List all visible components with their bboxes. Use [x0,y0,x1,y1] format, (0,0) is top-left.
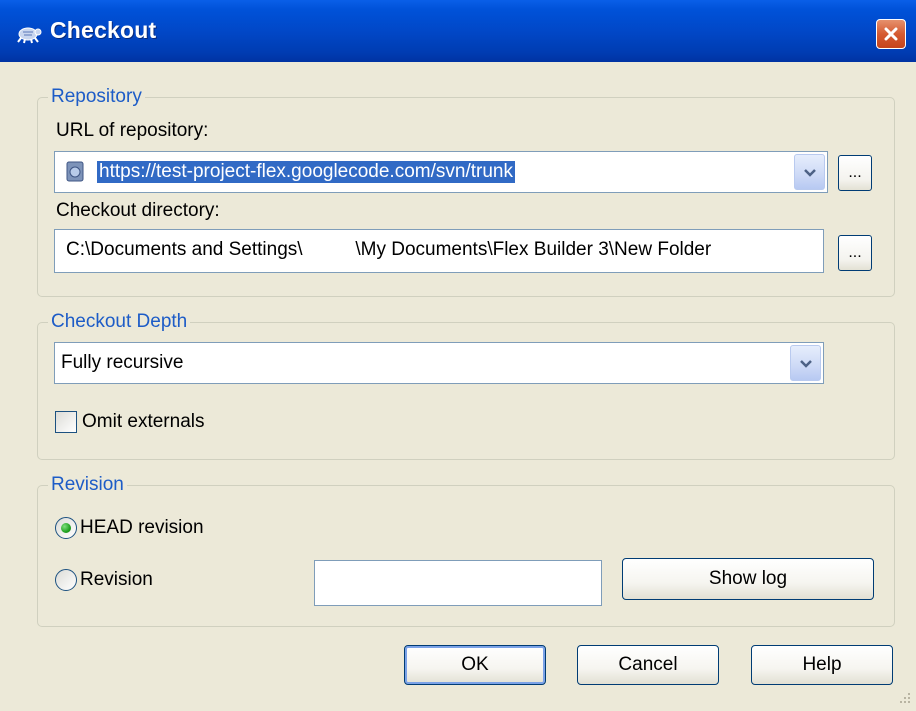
window-title: Checkout [50,17,157,43]
checkout-dialog: Checkout Repository URL of repository: h… [0,0,916,711]
url-dropdown-button[interactable] [794,154,825,190]
omit-externals-label[interactable]: Omit externals [82,411,204,433]
chevron-down-icon [800,360,812,368]
title-bar[interactable]: Checkout [0,0,916,62]
url-combobox[interactable]: https://test-project-flex.googlecode.com… [54,151,828,193]
show-log-button[interactable]: Show log [622,558,874,600]
radio-selected-dot [61,523,71,533]
close-button[interactable] [876,19,906,49]
ok-button[interactable]: OK [404,645,546,685]
checkout-directory-value: C:\Documents and Settings\ \My Documents… [66,239,712,260]
url-input[interactable]: https://test-project-flex.googlecode.com… [97,161,515,183]
tortoise-icon [14,22,42,44]
depth-selected-value: Fully recursive [61,352,184,373]
head-revision-radio[interactable] [55,517,77,539]
cancel-button[interactable]: Cancel [577,645,719,685]
close-icon [884,27,898,41]
revision-radio[interactable] [55,569,77,591]
repository-icon [65,161,87,183]
dir-label: Checkout directory: [56,200,220,221]
depth-combobox[interactable]: Fully recursive [54,342,824,384]
checkout-depth-legend: Checkout Depth [48,311,191,333]
chevron-down-icon [804,169,816,177]
checkout-directory-field[interactable]: C:\Documents and Settings\ \My Documents… [54,229,824,273]
omit-externals-checkbox[interactable] [55,411,77,433]
revision-legend: Revision [48,474,127,496]
help-button[interactable]: Help [751,645,893,685]
dir-browse-button[interactable]: ... [838,235,872,271]
url-browse-button[interactable]: ... [838,155,872,191]
repository-legend: Repository [48,86,145,108]
depth-dropdown-button[interactable] [790,345,821,381]
resize-grip-icon[interactable] [896,691,912,707]
url-label: URL of repository: [56,120,209,141]
revision-label[interactable]: Revision [80,569,153,591]
head-revision-label[interactable]: HEAD revision [80,517,204,539]
revision-number-field[interactable] [314,560,602,606]
